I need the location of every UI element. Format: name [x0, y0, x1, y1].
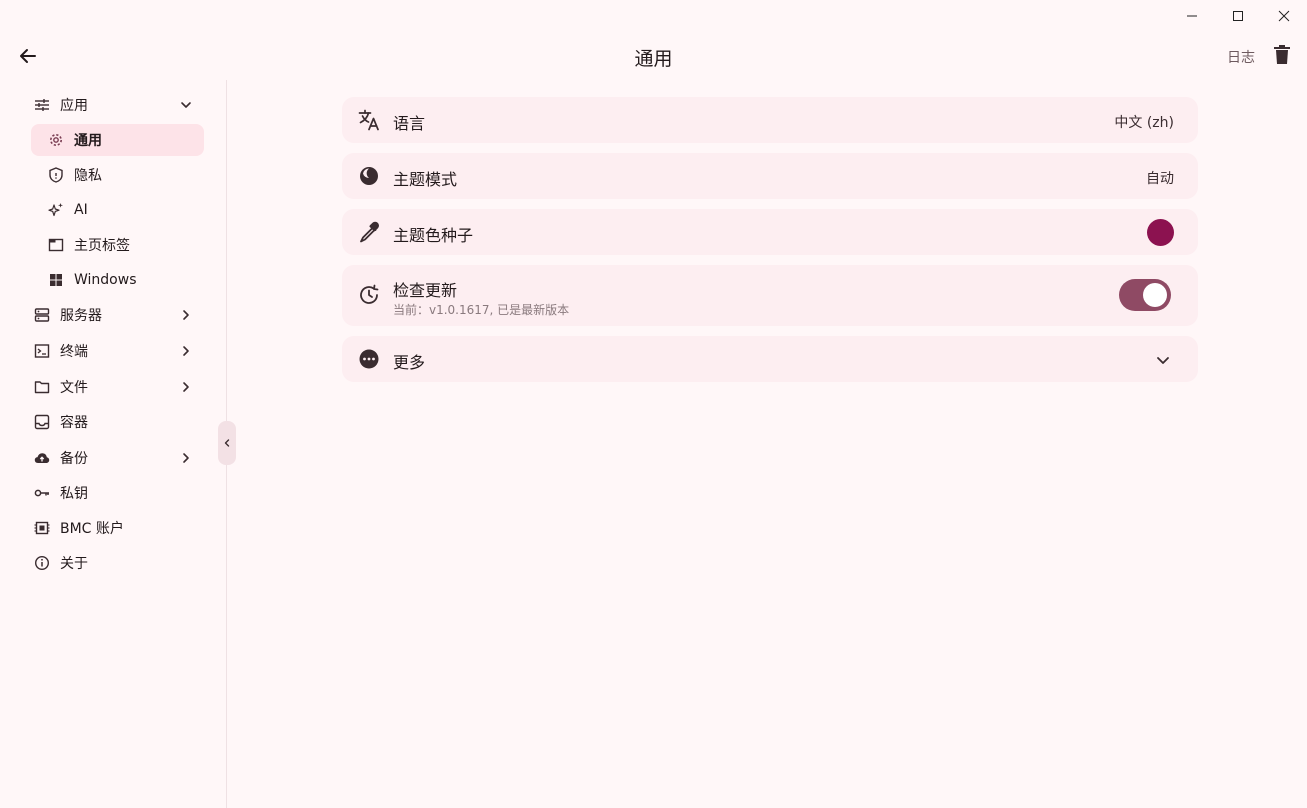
sidebar-item-files[interactable]: 文件 — [26, 371, 204, 403]
sidebar-item-label: 关于 — [60, 556, 88, 572]
shield-icon — [48, 167, 64, 183]
minimize-icon — [1187, 15, 1197, 17]
sidebar-item-backup[interactable]: 备份 — [26, 442, 204, 474]
sidebar-item-server[interactable]: 服务器 — [26, 299, 204, 331]
chevron-left-icon — [224, 439, 230, 447]
sidebar-item-windows[interactable]: Windows — [31, 264, 204, 296]
arrow-left-icon — [20, 49, 36, 63]
chevron-right-icon — [183, 453, 189, 463]
delete-button[interactable] — [1271, 44, 1293, 66]
sidebar-item-label: 备份 — [60, 451, 88, 467]
server-icon — [34, 307, 50, 323]
tune-icon — [34, 97, 50, 113]
window-controls — [1169, 0, 1307, 32]
setting-theme-seed[interactable]: 主题色种子 — [342, 209, 1198, 255]
update-icon — [358, 284, 380, 306]
setting-subtitle: 当前：v1.0.1617, 已是最新版本 — [393, 303, 570, 317]
key-icon — [34, 485, 50, 501]
sidebar-item-label: 隐私 — [74, 168, 102, 184]
setting-label: 主题色种子 — [393, 226, 474, 245]
memory-icon — [34, 520, 50, 536]
eyedropper-icon — [358, 221, 380, 243]
close-button[interactable] — [1261, 0, 1307, 32]
setting-label: 主题模式 — [393, 170, 458, 189]
setting-label: 检查更新 — [393, 281, 458, 300]
setting-more[interactable]: 更多 — [342, 336, 1198, 382]
sidebar-item-general[interactable]: 通用 — [31, 124, 204, 156]
gear-icon — [48, 132, 64, 148]
sidebar-item-home-tabs[interactable]: 主页标签 — [31, 229, 204, 261]
setting-value: 中文 (zh) — [1114, 115, 1174, 131]
setting-check-update[interactable]: 检查更新 当前：v1.0.1617, 已是最新版本 — [342, 265, 1198, 326]
dark-mode-icon — [358, 165, 380, 187]
minimize-button[interactable] — [1169, 0, 1215, 32]
chevron-right-icon — [183, 310, 189, 320]
setting-label: 语言 — [393, 114, 426, 133]
sidebar-item-label: 主页标签 — [74, 238, 130, 254]
sidebar-item-label: 终端 — [60, 344, 88, 360]
log-button[interactable]: 日志 — [1227, 47, 1255, 67]
info-icon — [34, 555, 50, 571]
cloud-upload-icon — [34, 450, 50, 466]
terminal-icon — [34, 343, 50, 359]
folder-icon — [34, 379, 50, 395]
setting-language[interactable]: 语言 中文 (zh) — [342, 97, 1198, 143]
sidebar-item-label: Windows — [74, 272, 137, 288]
maximize-icon — [1233, 11, 1243, 21]
sidebar-item-ai[interactable]: AI — [31, 194, 204, 226]
sidebar-item-label: 文件 — [60, 380, 88, 396]
maximize-button[interactable] — [1215, 0, 1261, 32]
sidebar-item-terminal[interactable]: 终端 — [26, 335, 204, 367]
chevron-down-icon — [181, 102, 191, 108]
chevron-down-icon[interactable] — [1154, 351, 1172, 369]
translate-icon — [358, 109, 380, 131]
sidebar-item-label: 通用 — [74, 133, 102, 149]
toggle-knob — [1143, 283, 1167, 307]
setting-value: 自动 — [1146, 171, 1174, 187]
sidebar-item-bmc-account[interactable]: BMC 账户 — [26, 512, 204, 544]
color-swatch[interactable] — [1147, 219, 1174, 246]
inbox-icon — [34, 414, 50, 430]
sidebar-item-label: AI — [74, 202, 88, 218]
chevron-right-icon — [183, 346, 189, 356]
trash-icon — [1274, 45, 1290, 64]
sidebar-item-privacy[interactable]: 隐私 — [31, 159, 204, 191]
sidebar: 应用 通用 隐私 AI 主页标签 Windows 服务器 终端 文件 容器 备份… — [0, 80, 227, 808]
auto-update-toggle[interactable] — [1119, 279, 1171, 311]
windows-icon — [48, 272, 64, 288]
more-horizontal-icon — [358, 348, 380, 370]
sidebar-item-about[interactable]: 关于 — [26, 547, 204, 579]
tab-icon — [48, 237, 64, 253]
chevron-right-icon — [183, 382, 189, 392]
setting-label: 更多 — [393, 353, 426, 372]
sparkle-icon — [48, 202, 64, 218]
sidebar-item-label: 应用 — [60, 98, 88, 114]
sidebar-item-app[interactable]: 应用 — [26, 89, 204, 121]
sidebar-item-label: 服务器 — [60, 308, 102, 324]
page-title: 通用 — [634, 48, 673, 70]
back-button[interactable] — [14, 42, 42, 70]
sidebar-item-label: 容器 — [60, 415, 88, 431]
sidebar-item-private-key[interactable]: 私钥 — [26, 477, 204, 509]
sidebar-item-container[interactable]: 容器 — [26, 406, 204, 438]
sidebar-collapse-handle[interactable] — [218, 421, 236, 465]
close-icon — [1278, 10, 1290, 22]
sidebar-item-label: BMC 账户 — [60, 521, 124, 537]
setting-theme-mode[interactable]: 主题模式 自动 — [342, 153, 1198, 199]
app-window: 通用 日志 应用 通用 隐私 AI 主页标签 Windows 服务器 终端 文件… — [0, 0, 1307, 808]
sidebar-item-label: 私钥 — [60, 486, 88, 502]
app-header: 通用 日志 — [0, 36, 1307, 76]
